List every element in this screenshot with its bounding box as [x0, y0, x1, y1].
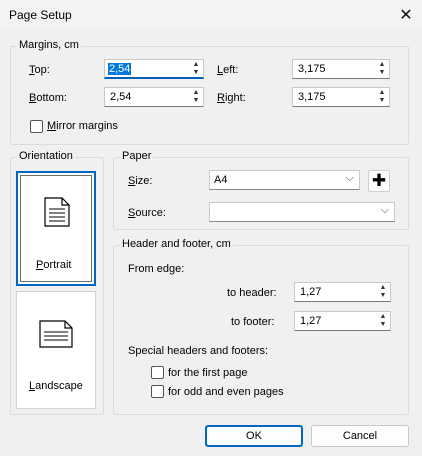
close-icon[interactable]: ✕ [390, 0, 422, 30]
landscape-label-text: andscape [35, 380, 83, 392]
margins-group-label: Margins, cm [17, 39, 81, 51]
spin-down-icon[interactable]: ▼ [379, 97, 386, 105]
ok-button[interactable]: OK [205, 425, 303, 447]
special-headers-label: Special headers and footers: [128, 345, 269, 357]
to-footer-label: to footer: [231, 316, 274, 328]
top-margin-input[interactable]: 2,54 ▲ ▼ [104, 59, 204, 79]
right-margin-value: 3,175 [298, 91, 326, 103]
right-margin-input[interactable]: 3,175 ▲ ▼ [292, 87, 390, 107]
chevron-down-icon: ⌵ [380, 204, 389, 216]
portrait-page-icon [44, 197, 70, 227]
to-footer-value: 1,27 [300, 315, 322, 327]
landscape-label: Landscape [29, 380, 83, 392]
header-footer-group-label: Header and footer, cm [120, 238, 233, 250]
to-footer-label-text: to footer: [231, 316, 275, 328]
size-label: Size: [128, 175, 153, 187]
top-margin-label-text: op: [34, 64, 50, 76]
landscape-option[interactable]: Landscape [16, 291, 96, 409]
left-margin-value: 3,175 [298, 63, 326, 75]
plus-icon: ✚ [371, 171, 387, 190]
spin-down-icon[interactable]: ▼ [380, 292, 387, 300]
spin-up-icon[interactable]: ▲ [193, 89, 200, 97]
portrait-label: Portrait [36, 259, 72, 271]
to-header-label-text: to header: [227, 287, 277, 299]
right-margin-spinner[interactable]: ▲ ▼ [376, 89, 388, 105]
first-page-label[interactable]: for the first page [168, 367, 248, 379]
first-page-checkbox[interactable] [151, 366, 164, 379]
left-margin-label-text: eft: [223, 64, 239, 76]
to-footer-input[interactable]: 1,27 ▲ ▼ [294, 311, 391, 331]
spin-up-icon[interactable]: ▲ [379, 89, 386, 97]
source-label-text: ource: [135, 207, 166, 219]
to-header-label: to header: [227, 287, 277, 299]
top-margin-spinner[interactable]: ▲ ▼ [190, 61, 202, 77]
mirror-margins-label-text: irror margins [56, 120, 118, 132]
orientation-group-label: Orientation [17, 150, 75, 162]
title-bar: Page Setup ✕ [0, 0, 422, 30]
left-margin-input[interactable]: 3,175 ▲ ▼ [292, 59, 390, 79]
paper-size-value: A4 [214, 174, 228, 186]
window-title: Page Setup [9, 8, 72, 22]
bottom-margin-value: 2,54 [110, 91, 132, 103]
top-margin-value: 2,54 [108, 63, 132, 75]
spin-up-icon[interactable]: ▲ [193, 61, 200, 69]
bottom-margin-label-text: ottom: [36, 92, 67, 104]
left-margin-spinner[interactable]: ▲ ▼ [376, 61, 388, 77]
mirror-margins-checkbox[interactable] [30, 120, 43, 133]
odd-even-label[interactable]: for odd and even pages [168, 386, 284, 398]
top-margin-label: Top: [29, 64, 50, 76]
to-header-input[interactable]: 1,27 ▲ ▼ [294, 282, 391, 302]
mirror-margins-label[interactable]: Mirror margins [47, 120, 118, 132]
paper-group-label: Paper [120, 150, 154, 162]
paper-source-select[interactable]: ⌵ [209, 202, 395, 222]
chevron-down-icon: ⌵ [345, 172, 354, 184]
right-margin-label-text: ight: [224, 92, 246, 104]
spin-down-icon[interactable]: ▼ [379, 69, 386, 77]
odd-even-checkbox[interactable] [151, 385, 164, 398]
spin-down-icon[interactable]: ▼ [193, 97, 200, 105]
source-label: Source: [128, 207, 166, 219]
portrait-label-text: ortrait [43, 259, 72, 271]
bottom-margin-label: Bottom: [29, 92, 67, 104]
bottom-margin-input[interactable]: 2,54 ▲ ▼ [104, 87, 204, 107]
right-margin-label: Right: [217, 92, 246, 104]
to-header-spinner[interactable]: ▲ ▼ [377, 284, 389, 300]
spin-down-icon[interactable]: ▼ [193, 69, 200, 77]
landscape-page-icon [39, 320, 73, 348]
spin-down-icon[interactable]: ▼ [380, 321, 387, 329]
size-label-text: ize: [135, 175, 153, 187]
spin-up-icon[interactable]: ▲ [380, 313, 387, 321]
paper-size-select[interactable]: A4 ⌵ [209, 170, 360, 190]
from-edge-label: From edge: [128, 263, 185, 275]
portrait-option[interactable]: Portrait [16, 171, 96, 286]
add-paper-size-button[interactable]: ✚ [368, 170, 390, 192]
to-header-value: 1,27 [300, 286, 322, 298]
to-footer-spinner[interactable]: ▲ ▼ [377, 313, 389, 329]
bottom-margin-spinner[interactable]: ▲ ▼ [190, 89, 202, 105]
left-margin-label: Left: [217, 64, 239, 76]
spin-up-icon[interactable]: ▲ [380, 284, 387, 292]
cancel-button[interactable]: Cancel [311, 425, 409, 447]
spin-up-icon[interactable]: ▲ [379, 61, 386, 69]
